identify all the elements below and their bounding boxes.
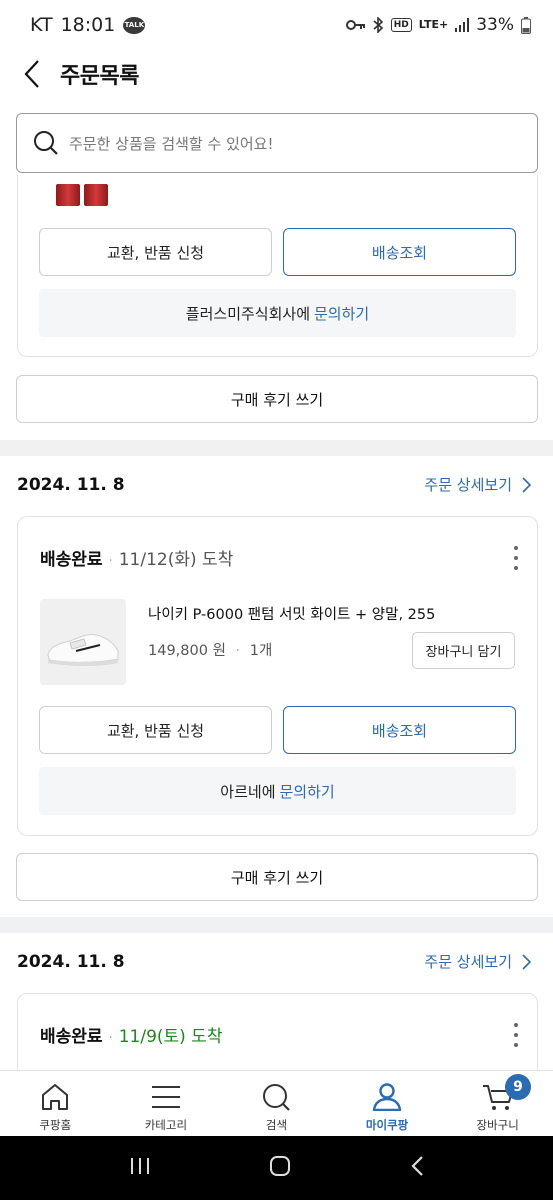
nav-search[interactable]: 검색 bbox=[221, 1071, 332, 1136]
order-card: 배송완료 · 11/9(토) 도착 bbox=[17, 993, 538, 1070]
seller-inquiry: 플러스미주식회사에 문의하기 bbox=[39, 289, 516, 337]
seller-name: 아르네에 bbox=[220, 782, 276, 801]
search-placeholder: 주문한 상품을 검색할 수 있어요! bbox=[69, 134, 274, 153]
back-arrow-icon bbox=[411, 1156, 423, 1176]
home-button[interactable] bbox=[269, 1155, 291, 1181]
product-price: 149,800 원 bbox=[148, 643, 226, 659]
search-icon bbox=[34, 131, 58, 155]
order-date: 2024. 11. 8 bbox=[17, 475, 125, 495]
exchange-return-button[interactable]: 교환, 반품 신청 bbox=[39, 228, 272, 276]
product-price-line: 149,800 원 · 1개 bbox=[148, 643, 273, 659]
write-review-button[interactable]: 구매 후기 쓰기 bbox=[16, 853, 538, 901]
hd-voice-icon: HD bbox=[390, 18, 412, 32]
nav-label: 쿠팡홈 bbox=[39, 1118, 72, 1132]
carrier-label: KT bbox=[30, 14, 53, 36]
lte-icon: LTE+ bbox=[418, 18, 449, 31]
user-icon bbox=[372, 1083, 402, 1111]
arrival-date: 11/12(화) 도착 bbox=[118, 550, 234, 570]
time-label: 18:01 bbox=[60, 14, 116, 36]
chevron-right-icon bbox=[522, 953, 531, 970]
exchange-return-button[interactable]: 교환, 반품 신청 bbox=[39, 706, 272, 754]
key-icon bbox=[345, 19, 366, 31]
order-list[interactable]: 교환, 반품 신청 배송조회 플러스미주식회사에 문의하기 구매 후기 쓰기 2… bbox=[0, 175, 553, 1070]
home-circle-icon bbox=[270, 1156, 291, 1176]
kakaotalk-icon: TALK bbox=[123, 16, 146, 34]
nav-cart[interactable]: 장바구니 9 bbox=[442, 1071, 553, 1136]
status-bar: KT 18:01 TALK HD LTE+ 33% bbox=[0, 0, 553, 50]
app-header: 주문목록 bbox=[0, 50, 553, 98]
home-icon bbox=[42, 1084, 69, 1110]
add-to-cart-button[interactable]: 장바구니 담기 bbox=[412, 632, 515, 669]
battery-icon bbox=[521, 16, 531, 34]
inquiry-link[interactable]: 문의하기 bbox=[280, 781, 335, 802]
signal-icon bbox=[455, 18, 470, 32]
back-button[interactable] bbox=[4, 50, 60, 98]
status-label: 배송완료 bbox=[40, 550, 103, 570]
search-icon bbox=[263, 1084, 291, 1111]
more-options-icon[interactable] bbox=[513, 1023, 519, 1047]
recent-apps-icon bbox=[131, 1158, 150, 1174]
product-image[interactable] bbox=[40, 599, 126, 685]
nav-my-coupang[interactable]: 마이쿠팡 bbox=[332, 1071, 443, 1136]
system-back-button[interactable] bbox=[410, 1155, 424, 1181]
cart-count-badge: 9 bbox=[504, 1074, 531, 1100]
order-date: 2024. 11. 8 bbox=[17, 952, 125, 972]
page-title: 주문목록 bbox=[60, 64, 139, 89]
product-thumbnail[interactable] bbox=[56, 184, 108, 206]
nav-category[interactable]: 카테고리 bbox=[111, 1071, 222, 1136]
order-card: 배송완료 · 11/12(화) 도착 나이키 P-6000 팬텀 서밋 화이트 … bbox=[17, 516, 538, 836]
section-divider bbox=[0, 917, 553, 933]
delivery-status: 배송완료 · 11/9(토) 도착 bbox=[40, 1022, 222, 1047]
delivery-status: 배송완료 · 11/12(화) 도착 bbox=[40, 545, 233, 570]
track-delivery-button[interactable]: 배송조회 bbox=[283, 228, 516, 276]
bluetooth-icon bbox=[373, 17, 384, 33]
order-detail-link[interactable]: 주문 상세보기 bbox=[424, 951, 531, 972]
inquiry-link[interactable]: 문의하기 bbox=[314, 303, 369, 324]
order-detail-link[interactable]: 주문 상세보기 bbox=[424, 474, 531, 495]
product-name[interactable]: 나이키 P-6000 팬텀 서밋 화이트 + 양말, 255 bbox=[148, 603, 435, 624]
chevron-left-icon bbox=[24, 60, 39, 88]
chevron-right-icon bbox=[522, 476, 531, 493]
track-delivery-button[interactable]: 배송조회 bbox=[283, 706, 516, 754]
nav-label: 장바구니 bbox=[476, 1118, 519, 1132]
write-review-button[interactable]: 구매 후기 쓰기 bbox=[16, 375, 538, 423]
nav-label: 검색 bbox=[265, 1118, 288, 1132]
nav-label: 마이쿠팡 bbox=[365, 1118, 409, 1132]
order-card: 교환, 반품 신청 배송조회 플러스미주식회사에 문의하기 bbox=[17, 175, 538, 357]
system-nav-bar bbox=[0, 1136, 553, 1200]
menu-icon bbox=[151, 1086, 180, 1108]
seller-name: 플러스미주식회사에 bbox=[185, 304, 310, 323]
bottom-nav: 쿠팡홈 카테고리 검색 마이쿠팡 장바구니 9 bbox=[0, 1070, 553, 1136]
nav-home[interactable]: 쿠팡홈 bbox=[0, 1071, 111, 1136]
recent-apps-button[interactable] bbox=[129, 1156, 151, 1180]
product-quantity: 1개 bbox=[249, 643, 273, 659]
more-options-icon[interactable] bbox=[513, 546, 519, 570]
battery-percent: 33% bbox=[476, 15, 514, 35]
status-label: 배송완료 bbox=[40, 1027, 103, 1047]
nav-label: 카테고리 bbox=[144, 1118, 188, 1132]
seller-inquiry: 아르네에 문의하기 bbox=[39, 767, 516, 815]
section-divider bbox=[0, 440, 553, 456]
search-input[interactable]: 주문한 상품을 검색할 수 있어요! bbox=[16, 113, 538, 173]
arrival-date: 11/9(토) 도착 bbox=[118, 1027, 223, 1047]
